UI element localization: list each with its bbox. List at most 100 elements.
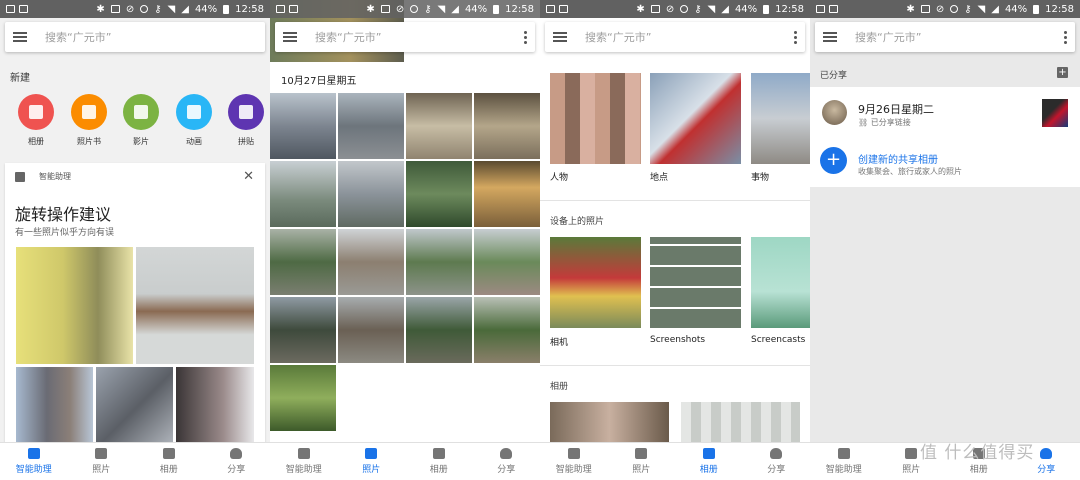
collage-icon bbox=[239, 105, 253, 119]
folder-camera[interactable]: 相机 bbox=[550, 335, 568, 348]
tab-albums[interactable]: 相册 bbox=[405, 443, 473, 480]
people-icon bbox=[1040, 448, 1053, 459]
more-icon[interactable] bbox=[1064, 30, 1067, 44]
menu-icon[interactable] bbox=[283, 32, 297, 42]
tab-albums[interactable]: 相册 bbox=[135, 443, 203, 480]
photo-thumbnail[interactable] bbox=[406, 297, 472, 363]
tab-assistant[interactable]: 智能助理 bbox=[270, 443, 338, 480]
photo-thumbnail[interactable] bbox=[474, 161, 540, 227]
suggested-photo[interactable] bbox=[16, 247, 133, 364]
search-placeholder: 搜索“广元市” bbox=[45, 31, 112, 44]
status-bar: ✱ ⊘ ⚷ ◥ ◢ 44% 12:58 bbox=[540, 0, 810, 18]
more-icon[interactable] bbox=[794, 30, 797, 44]
signal-icon: ◢ bbox=[991, 3, 999, 15]
photo-thumbnail[interactable] bbox=[338, 93, 404, 159]
search-bar[interactable]: 搜索“广元市” bbox=[815, 22, 1075, 52]
photo-thumbnail[interactable] bbox=[406, 229, 472, 295]
photo-thumbnail[interactable] bbox=[474, 229, 540, 295]
screencasts-folder-thumbnail[interactable] bbox=[751, 237, 810, 328]
tab-sharing[interactable]: 分享 bbox=[203, 443, 271, 480]
clock: 12:58 bbox=[235, 3, 264, 15]
chart-icon bbox=[289, 5, 298, 13]
status-bar: ✱ ⊘ ⚷ ◥ ◢ 44% 12:58 bbox=[0, 0, 270, 18]
people-collage[interactable] bbox=[550, 73, 641, 164]
menu-icon[interactable] bbox=[13, 32, 27, 42]
create-movie-button[interactable]: 影片 bbox=[123, 94, 159, 147]
tab-assistant[interactable]: 智能助理 bbox=[540, 443, 608, 480]
alarm-icon bbox=[950, 5, 959, 13]
add-icon[interactable]: + bbox=[1057, 67, 1068, 78]
photo-thumbnail[interactable] bbox=[270, 161, 336, 227]
suggested-photo[interactable] bbox=[136, 247, 254, 364]
tab-label: 照片 bbox=[92, 465, 111, 475]
tab-label: 智能助理 bbox=[285, 465, 322, 475]
wifi-icon: ◥ bbox=[437, 3, 446, 15]
status-bar: ✱ ⊘ ⚷ ◥ ◢ 44% 12:58 bbox=[270, 0, 540, 18]
tab-label: 相册 bbox=[699, 465, 718, 475]
photo-thumbnail[interactable] bbox=[474, 93, 540, 159]
search-bar[interactable]: 搜索“广元市” bbox=[275, 22, 535, 52]
watermark: 值 什么值得买 bbox=[920, 443, 1035, 463]
menu-icon[interactable] bbox=[823, 32, 837, 42]
folder-screencasts[interactable]: Screencasts bbox=[751, 335, 805, 345]
photo-thumbnail[interactable] bbox=[338, 297, 404, 363]
tab-assistant[interactable]: 智能助理 bbox=[810, 443, 878, 480]
tab-photos[interactable]: 照片 bbox=[68, 443, 136, 480]
photo-thumbnail[interactable] bbox=[270, 229, 336, 295]
bottom-nav: 智能助理 照片 相册 分享 bbox=[540, 442, 810, 480]
photo-thumbnail[interactable] bbox=[406, 93, 472, 159]
camera-folder-thumbnail[interactable] bbox=[550, 237, 641, 328]
signal-icon: ◢ bbox=[451, 3, 459, 15]
screenshots-folder-thumbnail[interactable] bbox=[650, 237, 741, 328]
tab-albums[interactable]: 相册 bbox=[675, 443, 743, 480]
tab-sharing[interactable]: 分享 bbox=[473, 443, 541, 480]
create-shared-album-title[interactable]: 创建新的共享相册 bbox=[858, 151, 938, 166]
bluetooth-icon: ✱ bbox=[636, 3, 645, 15]
tab-photos[interactable]: 照片 bbox=[338, 443, 406, 480]
photo-thumbnail[interactable] bbox=[406, 161, 472, 227]
avatar bbox=[822, 100, 847, 125]
tab-assistant[interactable]: 智能助理 bbox=[0, 443, 68, 480]
photo-thumbnail[interactable] bbox=[270, 93, 336, 159]
more-icon[interactable] bbox=[524, 30, 527, 44]
album-thumbnail[interactable] bbox=[681, 402, 800, 442]
search-bar[interactable]: 搜索“广元市” bbox=[545, 22, 805, 52]
search-bar[interactable]: 搜索“广元市” bbox=[5, 22, 265, 52]
things-collage[interactable] bbox=[751, 73, 810, 164]
shared-item-thumbnail[interactable] bbox=[1042, 99, 1068, 127]
tab-photos[interactable]: 照片 bbox=[608, 443, 676, 480]
places-collage[interactable] bbox=[650, 73, 741, 164]
photo-thumbnail[interactable] bbox=[270, 365, 336, 431]
folder-screenshots[interactable]: Screenshots bbox=[650, 335, 705, 345]
create-collage-button[interactable]: 拼贴 bbox=[228, 94, 264, 147]
create-album-button[interactable]: 相册 bbox=[18, 94, 54, 147]
close-icon[interactable]: ✕ bbox=[243, 169, 254, 184]
album-thumbnail[interactable] bbox=[550, 402, 669, 442]
category-people[interactable]: 人物 bbox=[550, 170, 568, 183]
alarm-icon bbox=[680, 5, 689, 13]
photo-icon bbox=[365, 448, 378, 459]
wifi-icon: ◥ bbox=[707, 3, 716, 15]
create-shared-album-button[interactable]: + bbox=[820, 147, 847, 174]
suggested-photo[interactable] bbox=[96, 367, 173, 453]
photo-thumbnail[interactable] bbox=[474, 297, 540, 363]
photo-thumbnail[interactable] bbox=[338, 229, 404, 295]
suggested-photo[interactable] bbox=[176, 367, 254, 453]
status-bar: ✱ ⊘ ⚷ ◥ ◢ 44% 12:58 bbox=[810, 0, 1080, 18]
photo-thumbnail[interactable] bbox=[338, 161, 404, 227]
photos-screen: ✱ ⊘ ⚷ ◥ ◢ 44% 12:58 搜索“广元市” 10月27日星期五 智能助理 照片 … bbox=[270, 0, 540, 480]
signal-icon: ◢ bbox=[721, 3, 729, 15]
photo-thumbnail[interactable] bbox=[270, 297, 336, 363]
tab-label: 分享 bbox=[497, 465, 516, 475]
category-things[interactable]: 事物 bbox=[751, 170, 769, 183]
shared-item-date[interactable]: 9月26日星期二 bbox=[858, 101, 934, 117]
tab-sharing[interactable]: 分享 bbox=[743, 443, 811, 480]
albums-screen: ✱ ⊘ ⚷ ◥ ◢ 44% 12:58 搜索“广元市” 人物 地点 事物 设备上的照片 相机… bbox=[540, 0, 810, 480]
rotation-suggestion-card[interactable]: 智能助理 ✕ 旋转操作建议 有一些照片似乎方向有误 bbox=[5, 163, 265, 453]
suggested-photo[interactable] bbox=[16, 367, 93, 453]
category-places[interactable]: 地点 bbox=[650, 170, 668, 183]
menu-icon[interactable] bbox=[553, 32, 567, 42]
search-placeholder: 搜索“广元市” bbox=[855, 31, 922, 44]
create-photobook-button[interactable]: 照片书 bbox=[71, 94, 107, 147]
create-animation-button[interactable]: 动画 bbox=[176, 94, 212, 147]
